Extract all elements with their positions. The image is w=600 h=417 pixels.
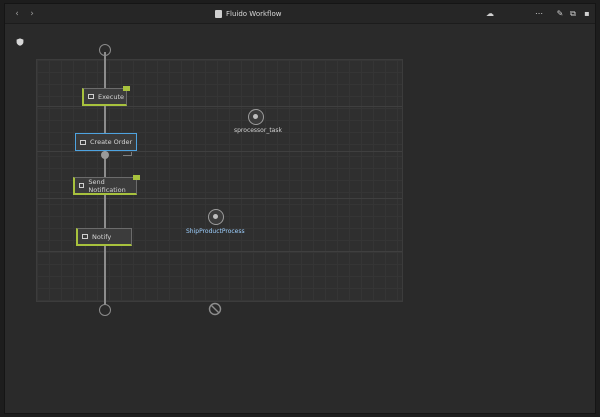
side-task-node[interactable] bbox=[248, 109, 264, 125]
document-title-group: Fluido Workflow bbox=[215, 8, 281, 20]
node-label: Notify bbox=[92, 232, 112, 241]
lane-divider bbox=[37, 151, 402, 152]
task-icon bbox=[82, 234, 88, 239]
side-task-node[interactable] bbox=[208, 209, 224, 225]
shield-icon[interactable] bbox=[16, 38, 24, 46]
lane-divider bbox=[37, 106, 402, 107]
workflow-node-create-order[interactable]: Create Order bbox=[75, 133, 137, 151]
workflow-node-notify[interactable]: Notify bbox=[76, 228, 132, 246]
document-title: Fluido Workflow bbox=[226, 10, 282, 18]
workflow-node-send-notification[interactable]: Send Notification bbox=[73, 175, 140, 195]
task-icon bbox=[80, 139, 86, 145]
node-label: Execute bbox=[98, 92, 124, 101]
node-label: Create Order bbox=[90, 138, 133, 146]
workflow-node-execute[interactable]: Execute bbox=[82, 86, 130, 106]
branch-connector bbox=[123, 152, 132, 156]
side-task-label: sprocessor_task bbox=[234, 127, 282, 134]
cancel-icon[interactable] bbox=[208, 302, 222, 316]
forward-icon[interactable]: › bbox=[27, 9, 37, 19]
document-icon bbox=[215, 10, 222, 18]
edit-icon[interactable]: ✎ bbox=[555, 8, 565, 20]
workflow-end-circle[interactable] bbox=[99, 304, 111, 316]
back-icon[interactable]: ‹ bbox=[12, 9, 22, 19]
lane-divider bbox=[37, 198, 402, 199]
task-icon bbox=[79, 183, 85, 188]
lane-divider bbox=[37, 251, 402, 252]
status-flag bbox=[133, 175, 140, 180]
side-task-label: ShipProductProcess bbox=[186, 228, 245, 235]
delete-icon[interactable]: ▪ bbox=[582, 8, 592, 20]
cloud-icon[interactable]: ☁ bbox=[485, 8, 495, 20]
status-flag bbox=[123, 86, 130, 91]
top-toolbar: ‹ › Fluido Workflow ☁ ⋯ ✎ ⧉ ▪ bbox=[5, 4, 595, 24]
connector-dot[interactable] bbox=[101, 151, 109, 159]
more-icon[interactable]: ⋯ bbox=[534, 8, 544, 20]
task-icon bbox=[88, 94, 94, 99]
copy-icon[interactable]: ⧉ bbox=[568, 8, 578, 20]
node-label: Send Notification bbox=[88, 177, 126, 194]
app-window: ‹ › Fluido Workflow ☁ ⋯ ✎ ⧉ ▪ Execute Cr… bbox=[4, 3, 596, 414]
